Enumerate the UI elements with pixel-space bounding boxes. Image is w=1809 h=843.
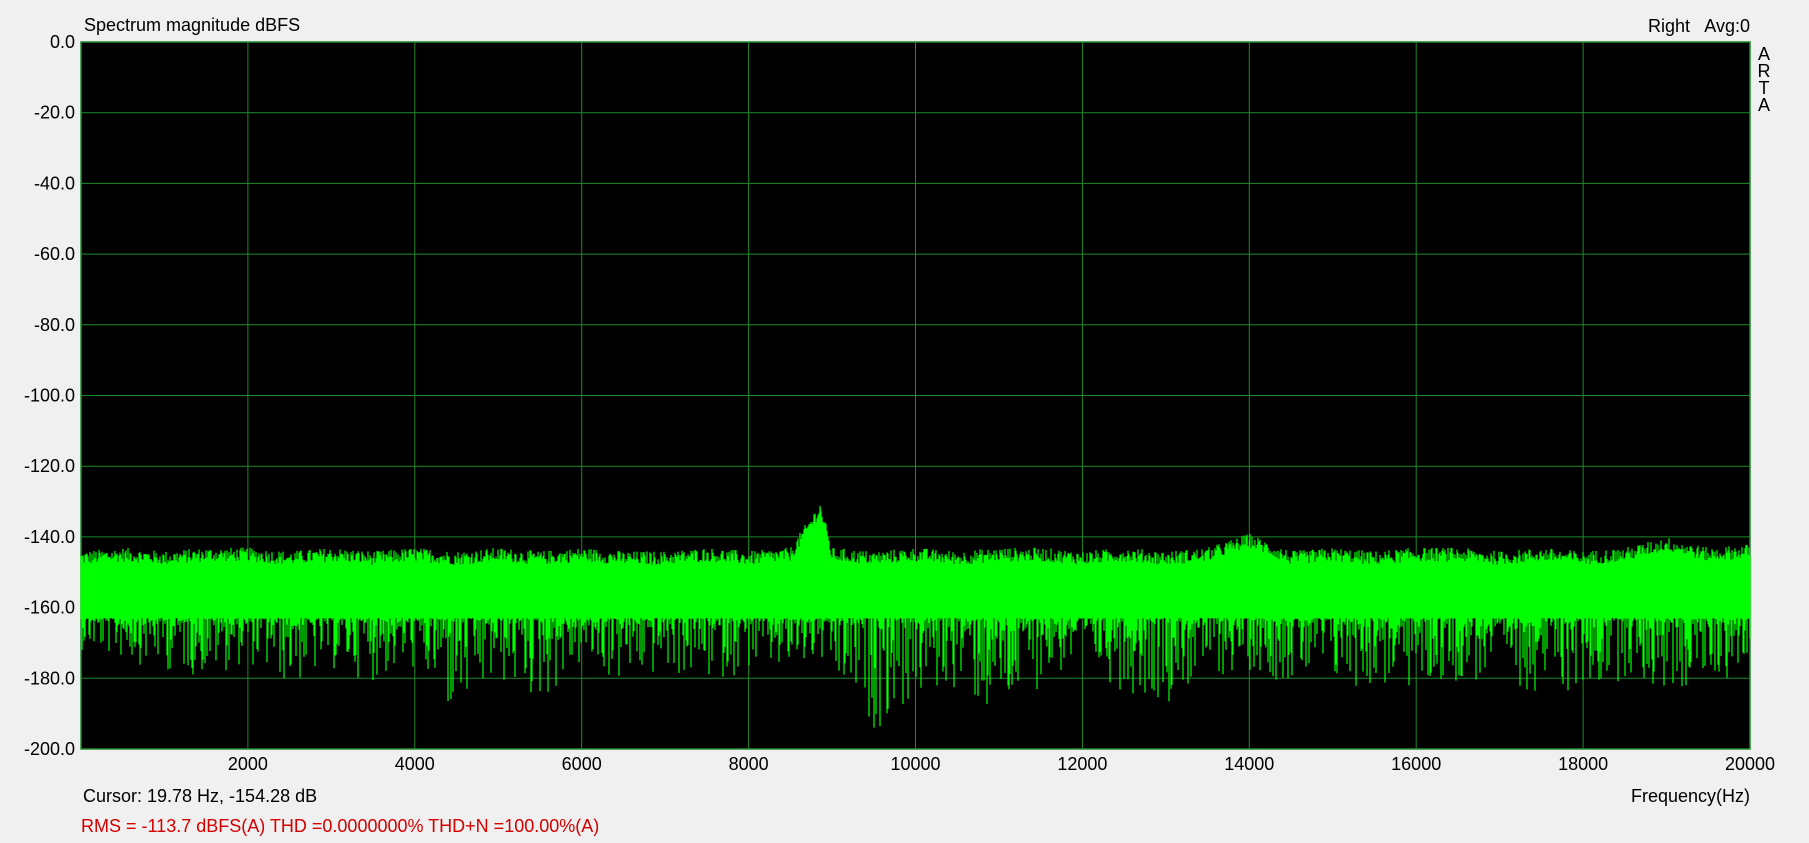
- y-tick-label: -200.0: [24, 739, 75, 759]
- arta-logo: ARTA: [1758, 44, 1771, 115]
- x-tick-label: 2000: [228, 754, 268, 774]
- x-tick-label: 8000: [729, 754, 769, 774]
- x-tick-label: 6000: [562, 754, 602, 774]
- x-tick-label: 4000: [395, 754, 435, 774]
- x-axis-label: Frequency(Hz): [1631, 786, 1750, 806]
- spectrum-plot-svg[interactable]: 0.0 -20.0 -40.0 -60.0 -80.0 -100.0 -120.0 -140.…: [0, 0, 1809, 843]
- chart-title: Spectrum magnitude dBFS: [84, 15, 300, 35]
- spectrum-chart[interactable]: 0.0 -20.0 -40.0 -60.0 -80.0 -100.0 -120.0 -140.…: [0, 0, 1809, 843]
- y-tick-label: -40.0: [34, 173, 75, 193]
- x-tick-label: 16000: [1391, 754, 1441, 774]
- x-tick-label: 18000: [1558, 754, 1608, 774]
- measurement-summary: RMS = -113.7 dBFS(A) THD =0.0000000% THD…: [81, 816, 599, 836]
- y-tick-label: -60.0: [34, 244, 75, 264]
- y-tick-label: -120.0: [24, 456, 75, 476]
- channel-label: Right: [1648, 16, 1690, 36]
- arta-logo-letter: A: [1758, 95, 1770, 115]
- y-tick-label: -180.0: [24, 668, 75, 688]
- average-count-label: Avg:0: [1704, 16, 1750, 36]
- x-tick-label: 14000: [1224, 754, 1274, 774]
- noise-floor-core: [81, 568, 1750, 612]
- x-tick-label: 12000: [1057, 754, 1107, 774]
- y-tick-label: -140.0: [24, 527, 75, 547]
- y-tick-label: -160.0: [24, 598, 75, 618]
- x-tick-label: 10000: [890, 754, 940, 774]
- x-tick-label: 20000: [1725, 754, 1775, 774]
- y-tick-label: -100.0: [24, 386, 75, 406]
- y-tick-label: 0.0: [50, 32, 75, 52]
- y-tick-label: -20.0: [34, 103, 75, 123]
- cursor-readout: Cursor: 19.78 Hz, -154.28 dB: [83, 786, 317, 806]
- y-tick-label: -80.0: [34, 315, 75, 335]
